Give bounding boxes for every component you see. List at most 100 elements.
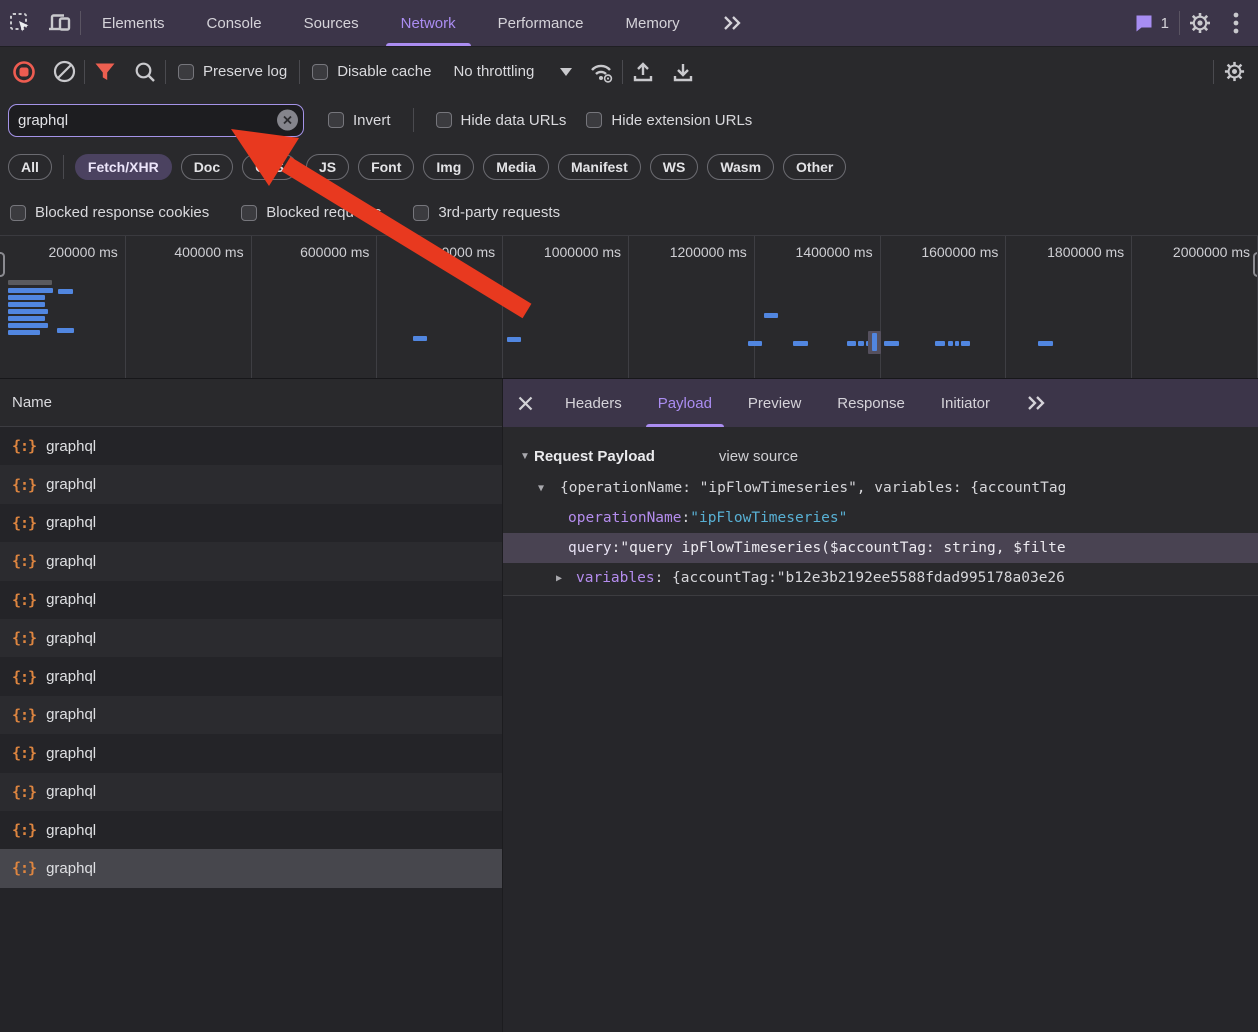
tab-sources[interactable]: Sources	[283, 0, 380, 46]
request-row[interactable]: {:}graphql	[0, 773, 502, 811]
network-overview-timeline[interactable]: 200000 ms400000 ms600000 ms800000 ms1000…	[0, 235, 1258, 379]
more-panels-button[interactable]	[701, 0, 763, 46]
invert-checkbox[interactable]: Invert	[328, 112, 391, 129]
tab-memory[interactable]: Memory	[605, 0, 701, 46]
import-har-icon[interactable]	[623, 55, 663, 89]
tree-caret-icon[interactable]: ▼	[538, 483, 552, 494]
preserve-log-checkbox[interactable]: Preserve log	[178, 63, 287, 80]
request-row[interactable]: {:}graphql	[0, 734, 502, 772]
request-row[interactable]: {:}graphql	[0, 657, 502, 695]
close-detail-icon[interactable]	[503, 379, 547, 427]
tab-elements[interactable]: Elements	[81, 0, 186, 46]
overview-tick-label: 1000000 ms	[544, 244, 621, 260]
overview-column: 1800000 ms	[1006, 236, 1132, 378]
request-row[interactable]: {:}graphql	[0, 811, 502, 849]
chip-wasm[interactable]: Wasm	[707, 154, 774, 180]
payload-segment: "query ipFlowTimeseries($accountTag: str…	[620, 540, 1065, 556]
chip-media[interactable]: Media	[483, 154, 549, 180]
hide-extension-urls-checkbox[interactable]: Hide extension URLs	[586, 112, 752, 129]
chip-js[interactable]: JS	[306, 154, 349, 180]
issues-count[interactable]: 1	[1161, 15, 1169, 32]
overview-tick-label: 800000 ms	[426, 244, 495, 260]
request-row[interactable]: {:}graphql	[0, 427, 502, 465]
checkbox-box[interactable]	[413, 205, 429, 221]
payload-segment: "ipFlowTimeseries"	[690, 510, 847, 526]
section-caret-icon[interactable]: ▼	[520, 451, 534, 462]
chip-all[interactable]: All	[8, 154, 52, 180]
tab-network[interactable]: Network	[380, 0, 477, 46]
clear-filter-icon[interactable]	[277, 110, 298, 131]
chip-fetch-xhr[interactable]: Fetch/XHR	[75, 154, 172, 180]
overview-column: 1200000 ms	[629, 236, 755, 378]
request-row[interactable]: {:}graphql	[0, 504, 502, 542]
detail-tab-payload[interactable]: Payload	[640, 379, 730, 427]
request-row[interactable]: {:}graphql	[0, 696, 502, 734]
checkbox-box[interactable]	[328, 112, 344, 128]
network-settings-gear-icon[interactable]	[1214, 55, 1254, 89]
name-column-header[interactable]: Name	[0, 379, 502, 427]
search-icon[interactable]	[125, 55, 165, 89]
chip-font[interactable]: Font	[358, 154, 414, 180]
network-filter-input[interactable]: graphql	[8, 104, 304, 137]
settings-gear-icon[interactable]	[1180, 0, 1220, 46]
blocked-response-cookies-checkbox[interactable]: Blocked response cookies	[10, 204, 209, 221]
chip-css[interactable]: CSS	[242, 154, 297, 180]
payload-tree-line[interactable]: query: "query ipFlowTimeseries($accountT…	[503, 533, 1258, 563]
devtools-window: ElementsConsoleSourcesNetworkPerformance…	[0, 0, 1258, 1032]
payload-tree-line[interactable]: ▼{operationName: "ipFlowTimeseries", var…	[503, 473, 1258, 503]
network-conditions-icon[interactable]	[582, 55, 622, 89]
payload-segment: :	[612, 540, 621, 556]
request-row[interactable]: {:}graphql	[0, 542, 502, 580]
detail-tab-response[interactable]: Response	[819, 379, 923, 427]
disable-cache-checkbox[interactable]: Disable cache	[312, 63, 431, 80]
filter-toggle-icon[interactable]	[85, 55, 125, 89]
issues-message-icon[interactable]	[1129, 0, 1159, 46]
checkbox-box[interactable]	[178, 64, 194, 80]
hide-data-urls-checkbox[interactable]: Hide data URLs	[436, 112, 567, 129]
chip-img[interactable]: Img	[423, 154, 474, 180]
detail-tab-preview[interactable]: Preview	[730, 379, 819, 427]
chip-ws[interactable]: WS	[650, 154, 699, 180]
fetch-xhr-icon: {:}	[12, 437, 36, 455]
record-network-log-button[interactable]	[4, 55, 44, 89]
toolbar-divider	[165, 60, 166, 84]
blocked-requests-checkbox[interactable]: Blocked requests	[241, 204, 381, 221]
overview-request-bar	[935, 341, 945, 346]
request-row[interactable]: {:}graphql	[0, 581, 502, 619]
inspect-element-icon[interactable]	[0, 0, 40, 46]
tab-performance[interactable]: Performance	[477, 0, 605, 46]
tree-caret-icon[interactable]: ▶	[556, 573, 570, 584]
checkbox-box[interactable]	[10, 205, 26, 221]
device-toolbar-icon[interactable]	[40, 0, 80, 46]
detail-tab-initiator[interactable]: Initiator	[923, 379, 1008, 427]
kebab-menu-icon[interactable]	[1220, 0, 1252, 46]
request-payload-section[interactable]: ▼ Request Payload view source	[503, 439, 1258, 473]
payload-tree-line[interactable]: operationName: "ipFlowTimeseries"	[503, 503, 1258, 533]
request-row[interactable]: {:}graphql	[0, 849, 502, 887]
throttling-select[interactable]: No throttling	[453, 63, 572, 80]
chip-manifest[interactable]: Manifest	[558, 154, 641, 180]
checkbox-box[interactable]	[312, 64, 328, 80]
payload-tree-line[interactable]: ▶variables: {accountTag: "b12e3b2192ee55…	[503, 563, 1258, 593]
tab-console[interactable]: Console	[186, 0, 283, 46]
payload-segment: : {accountTag:	[655, 570, 777, 586]
request-row[interactable]: {:}graphql	[0, 619, 502, 657]
checkbox-box[interactable]	[586, 112, 602, 128]
request-detail-panel: HeadersPayloadPreviewResponseInitiator ▼…	[503, 379, 1258, 1032]
view-source-link[interactable]: view source	[719, 448, 798, 465]
toolbar-right-group: 1	[1129, 0, 1258, 46]
more-detail-tabs-button[interactable]	[1008, 379, 1064, 427]
chip-doc[interactable]: Doc	[181, 154, 233, 180]
fetch-xhr-icon: {:}	[12, 668, 36, 686]
hide-extension-urls-label: Hide extension URLs	[611, 112, 752, 129]
3rd-party-requests-checkbox[interactable]: 3rd-party requests	[413, 204, 560, 221]
chip-other[interactable]: Other	[783, 154, 846, 180]
detail-tab-headers[interactable]: Headers	[547, 379, 640, 427]
export-har-icon[interactable]	[663, 55, 703, 89]
preserve-log-label: Preserve log	[203, 63, 287, 80]
checkbox-box[interactable]	[241, 205, 257, 221]
request-row[interactable]: {:}graphql	[0, 465, 502, 503]
checkbox-box[interactable]	[436, 112, 452, 128]
clear-network-log-button[interactable]	[44, 55, 84, 89]
fetch-xhr-icon: {:}	[12, 629, 36, 647]
